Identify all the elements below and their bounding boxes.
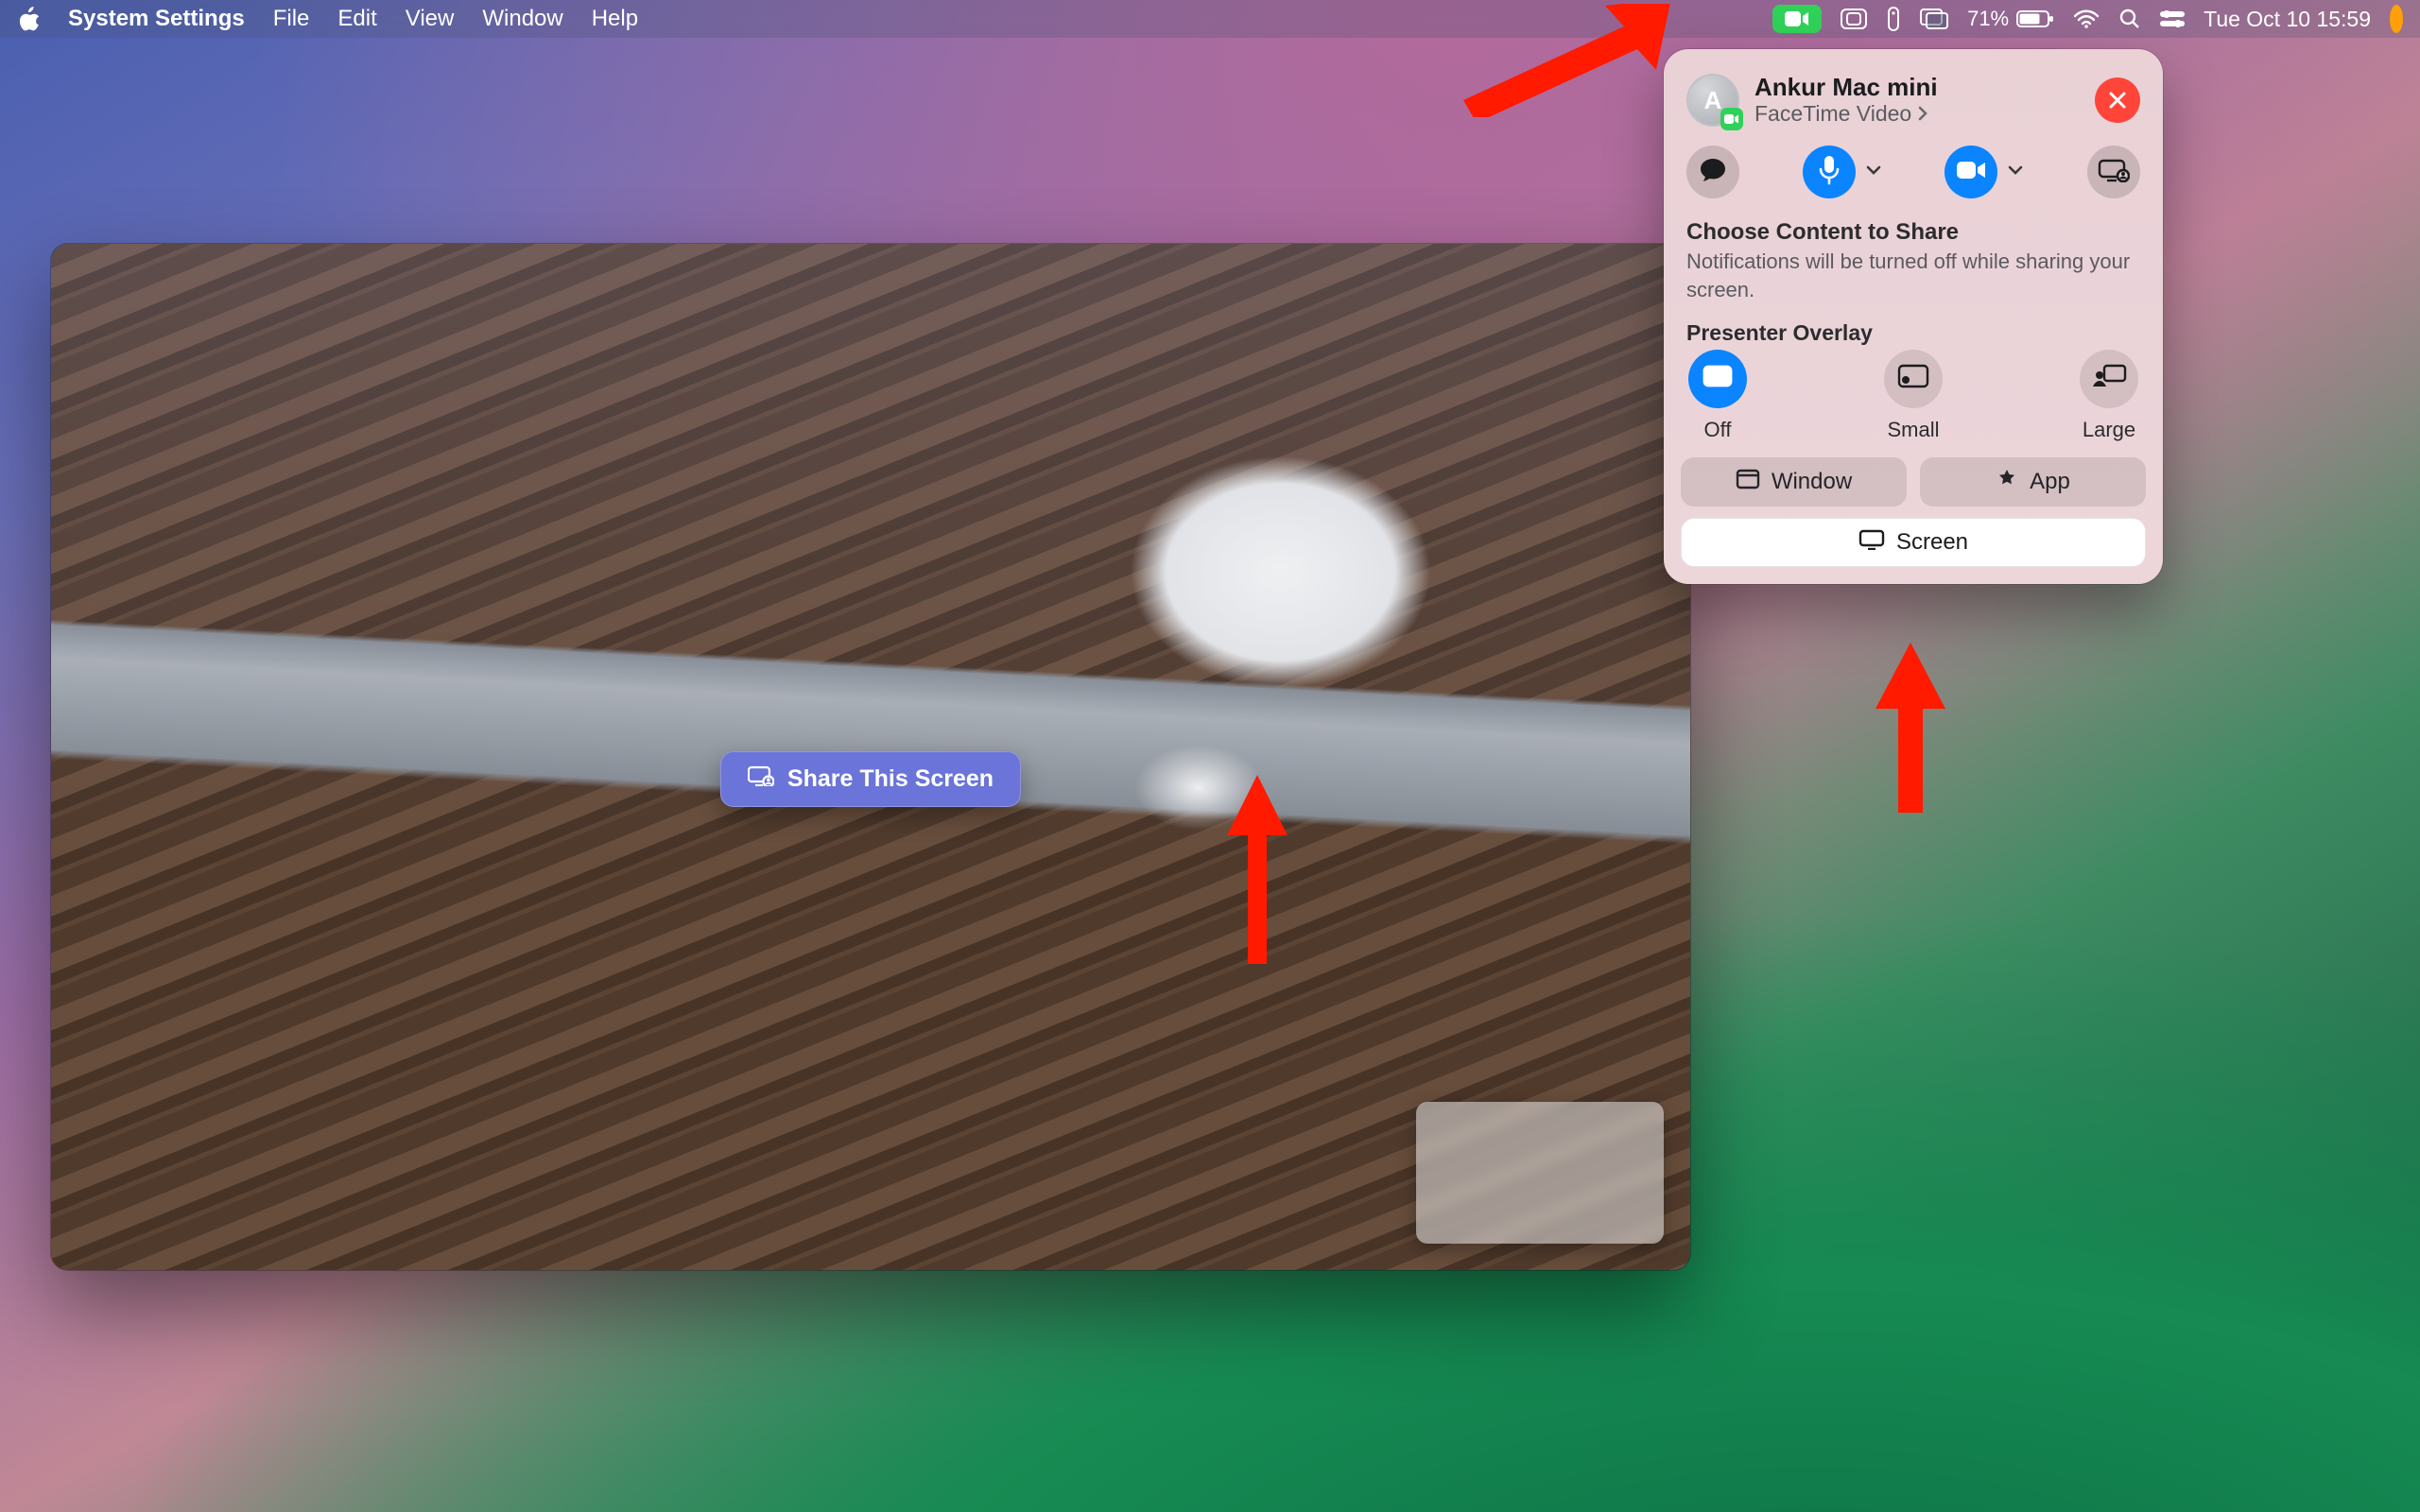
share-app-button[interactable]: App — [1920, 457, 2146, 507]
overlay-off-icon — [1703, 365, 1733, 393]
app-name[interactable]: System Settings — [68, 6, 245, 32]
facetime-window: Share This Screen — [51, 244, 1690, 1270]
facetime-status-icon[interactable] — [1772, 5, 1822, 33]
messages-icon — [1699, 157, 1727, 188]
share-app-label: App — [2030, 469, 2070, 495]
menu-window[interactable]: Window — [482, 6, 562, 32]
choose-content-subtitle: Notifications will be turned off while s… — [1681, 248, 2146, 317]
mic-options-chevron-icon[interactable] — [1865, 163, 1882, 180]
overlay-off-label: Off — [1704, 418, 1732, 442]
camera-toggle-button[interactable] — [1945, 146, 2024, 198]
facetime-controls-panel: A Ankur Mac mini FaceTime Video — [1664, 49, 2163, 584]
app-icon — [1996, 468, 2018, 497]
share-window-button[interactable]: Window — [1681, 457, 1907, 507]
video-icon — [1956, 160, 1986, 185]
overlay-option-off[interactable]: Off — [1688, 350, 1747, 442]
end-call-button[interactable] — [2095, 77, 2140, 123]
annotation-arrow-share-button — [1219, 775, 1295, 964]
share-screen-icon — [748, 765, 774, 793]
mic-in-use-indicator-icon — [2390, 5, 2403, 33]
share-screen-label: Screen — [1896, 529, 1968, 556]
choose-content-title: Choose Content to Share — [1681, 215, 2146, 248]
screen-icon — [1858, 529, 1885, 557]
menubar-clock[interactable]: Tue Oct 10 15:59 — [2204, 5, 2371, 33]
overlay-option-large[interactable]: Large — [2080, 350, 2138, 442]
caller-avatar[interactable]: A — [1686, 74, 1739, 127]
battery-percent: 71% — [1967, 7, 2009, 31]
presenter-overlay-options: Off Small Large — [1681, 348, 2146, 457]
overlay-option-small[interactable]: Small — [1884, 350, 1943, 442]
camera-options-chevron-icon[interactable] — [2007, 163, 2024, 180]
overlay-small-label: Small — [1887, 418, 1939, 442]
spotlight-icon[interactable] — [2118, 5, 2141, 33]
share-content-button[interactable] — [2087, 146, 2140, 198]
share-this-screen-button[interactable]: Share This Screen — [720, 751, 1021, 807]
apple-menu-icon[interactable] — [19, 7, 40, 31]
caller-name: Ankur Mac mini — [1754, 74, 2080, 101]
window-icon — [1736, 469, 1760, 496]
messages-button[interactable] — [1686, 146, 1739, 198]
mute-mic-button[interactable] — [1803, 146, 1882, 198]
menu-view[interactable]: View — [406, 6, 455, 32]
facetime-badge-icon — [1720, 108, 1743, 130]
menu-edit[interactable]: Edit — [337, 6, 376, 32]
microphone-icon — [1819, 155, 1840, 190]
stage-manager-icon[interactable] — [1841, 5, 1867, 33]
overlay-small-icon — [1897, 364, 1929, 394]
menu-file[interactable]: File — [273, 6, 310, 32]
annotation-arrow-screen-button — [1868, 643, 1953, 813]
presenter-overlay-title: Presenter Overlay — [1681, 317, 2146, 348]
call-type[interactable]: FaceTime Video — [1754, 101, 2080, 127]
overlay-large-label: Large — [2083, 418, 2135, 442]
overlay-large-icon — [2091, 364, 2127, 394]
menu-help[interactable]: Help — [592, 6, 638, 32]
share-this-screen-label: Share This Screen — [787, 765, 994, 793]
facetime-self-view[interactable] — [1416, 1102, 1664, 1244]
updates-icon[interactable] — [1886, 5, 1901, 33]
call-controls-row — [1681, 140, 2146, 215]
control-center-icon[interactable] — [2160, 5, 2185, 33]
facetime-call-header: A Ankur Mac mini FaceTime Video — [1681, 66, 2146, 140]
share-content-icon — [2098, 158, 2130, 187]
share-screen-button[interactable]: Screen — [1681, 518, 2146, 567]
share-window-label: Window — [1772, 469, 1852, 495]
menubar: System Settings File Edit View Window He… — [0, 0, 2420, 38]
wifi-icon[interactable] — [2073, 5, 2100, 33]
battery-status[interactable]: 71% — [1967, 5, 2054, 33]
annotation-arrow-menubar-facetime — [1463, 4, 1671, 117]
screen-mirroring-icon[interactable] — [1920, 5, 1948, 33]
